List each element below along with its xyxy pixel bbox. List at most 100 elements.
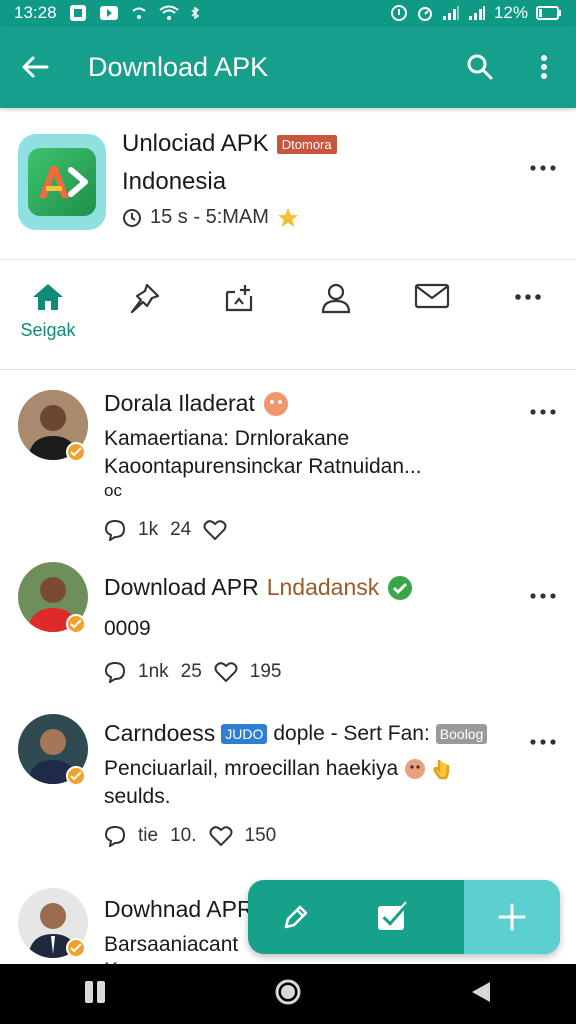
timer-icon [416, 4, 434, 22]
clock: 13:28 [14, 3, 57, 22]
wifi-off-icon [131, 6, 147, 20]
post-text-line: Penciuarlail, mroecillan haekiya [104, 755, 526, 783]
check-box-button[interactable] [344, 880, 440, 954]
post-more-button[interactable] [530, 402, 556, 420]
app-logo [18, 134, 106, 230]
add-button[interactable] [464, 880, 560, 954]
more-horiz-icon [530, 409, 556, 415]
verified-icon [66, 442, 86, 462]
app-name: Unlociad APK [122, 130, 269, 157]
more-horiz-icon [515, 294, 541, 300]
post-more-button[interactable] [530, 732, 556, 750]
tab-home-label: Seigak [20, 320, 76, 340]
app-notification-icon [69, 4, 87, 22]
app-badge: Dtomora [276, 134, 337, 154]
post-author[interactable]: Dowhnad APR [104, 896, 254, 923]
post-author-mid: dople - Sert Fan: [273, 721, 430, 745]
tab-home[interactable]: Seigak [0, 260, 96, 369]
tab-bar: Seigak [0, 260, 576, 370]
comment-count: tie [138, 825, 159, 846]
star-icon [277, 207, 298, 227]
tab-add-post[interactable] [192, 260, 288, 369]
post-author[interactable]: Download APR [104, 574, 259, 601]
wifi-icon [158, 5, 179, 21]
app-logo-icon [39, 166, 88, 198]
back-triangle-icon [472, 981, 490, 1002]
like-count: 25 [180, 661, 202, 682]
heart-icon[interactable] [203, 519, 227, 541]
fab-group [248, 880, 560, 954]
post-text-line: oc [104, 481, 122, 500]
post-text-content: Penciuarlail, mroecillan haekiya [104, 757, 399, 780]
heart-icon[interactable] [214, 661, 238, 683]
comment-count: 1k [138, 519, 159, 540]
tab-profile[interactable] [288, 260, 384, 369]
comment-icon[interactable] [104, 825, 126, 847]
post-text-line: 0009 [104, 617, 151, 640]
arrow-left-icon [22, 56, 49, 78]
edit-icon [284, 905, 308, 929]
signal-icon-2 [468, 5, 486, 21]
home-icon [33, 284, 63, 310]
app-bar: Download APK [0, 26, 576, 108]
profile-icon [321, 283, 351, 314]
tab-mail[interactable] [384, 260, 480, 369]
post-author[interactable]: Dorala Iladerat [104, 390, 255, 417]
like-count: 10. [170, 825, 197, 846]
mail-icon [414, 283, 450, 309]
app-country: Indonesia [122, 168, 227, 195]
more-horiz-icon [530, 593, 556, 599]
signal-icon [442, 5, 460, 21]
overflow-menu-button[interactable] [512, 26, 576, 108]
emoji-icon [405, 759, 425, 780]
heart-count: 150 [244, 825, 277, 846]
tab-pin[interactable] [96, 260, 192, 369]
more-horiz-icon [530, 739, 556, 745]
back-button[interactable] [0, 26, 70, 108]
comment-icon[interactable] [104, 661, 126, 683]
search-button[interactable] [448, 26, 512, 108]
verified-icon [66, 766, 86, 786]
video-icon [99, 5, 119, 21]
heart-icon[interactable] [209, 825, 233, 847]
battery-icon [536, 5, 562, 21]
post-more-button[interactable] [530, 586, 556, 604]
home-button[interactable] [274, 978, 302, 1011]
check-box-icon [378, 901, 408, 930]
more-horiz-icon [530, 165, 556, 171]
recent-apps-icon [85, 980, 105, 1003]
verified-check-icon [388, 575, 413, 600]
comment-count: 1nk [138, 661, 169, 682]
app-header: Unlociad APK Dtomora Indonesia 15 s - 5:… [0, 108, 576, 260]
back-nav-button[interactable] [470, 980, 492, 1009]
hand-icon [433, 760, 450, 780]
post-text-line: seulds. [104, 785, 171, 808]
status-bar: 13:28 12% [0, 0, 576, 26]
add-post-icon [225, 285, 253, 312]
emoji-icon [263, 391, 288, 416]
bluetooth-icon [191, 7, 199, 19]
tab-more[interactable] [480, 260, 576, 369]
post-text-line: Kamaertiana: Drnlorakane [104, 427, 350, 450]
post-tag: Boolog [435, 723, 488, 744]
alarm-icon [390, 4, 408, 22]
post-author[interactable]: Carndoess [104, 720, 215, 747]
comment-icon[interactable] [104, 519, 126, 541]
recent-apps-button[interactable] [84, 980, 106, 1009]
post-author-suffix: Lndadansk [266, 574, 380, 600]
page-title: Download APK [88, 51, 269, 82]
app-meta-time: 15 s - 5:MAM [150, 206, 269, 228]
edit-button[interactable] [248, 880, 344, 954]
battery-percent: 12% [493, 3, 528, 22]
system-nav-bar [0, 964, 576, 1024]
pin-icon [130, 283, 160, 314]
header-more-button[interactable] [530, 158, 556, 176]
home-circle-icon [275, 979, 301, 1004]
verified-icon [66, 614, 86, 634]
search-icon [467, 54, 493, 80]
verified-icon [66, 938, 86, 958]
more-vert-icon [541, 55, 547, 79]
clock-icon [123, 208, 141, 227]
post-tag: JUDO [221, 723, 268, 744]
heart-count: 195 [249, 661, 282, 682]
